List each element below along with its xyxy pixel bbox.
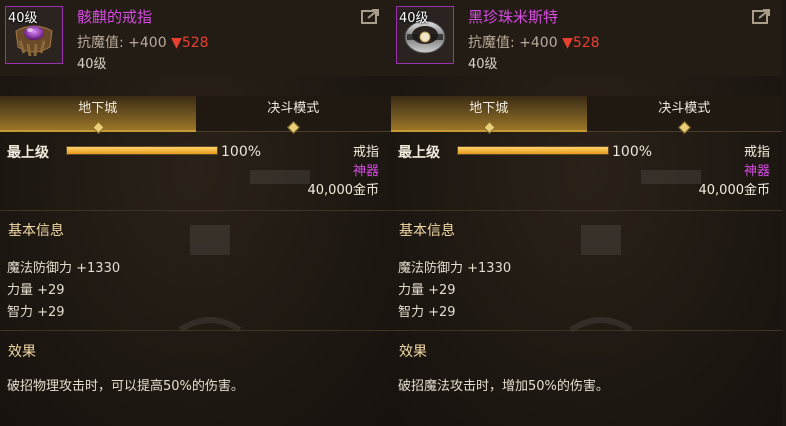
tab-duel-label: 决斗模式 xyxy=(658,101,711,116)
resist-label: 抗魔值: xyxy=(77,35,124,51)
item-level-badge: 40级 xyxy=(399,11,429,26)
item-type: 戒指 xyxy=(352,145,379,160)
tab-diamond-icon xyxy=(91,121,105,134)
resist-stat: 抗魔值: +400 ▼528 xyxy=(468,32,600,52)
tab-dungeon-label: 地下城 xyxy=(78,101,118,116)
item-panel-right: 40级 黑珍珠米斯特 抗魔值: +400 ▼528 40级 地下城 决斗模式 最… xyxy=(391,0,782,426)
resist-label: 抗魔值: xyxy=(468,35,515,51)
tab-dungeon[interactable]: 地下城 xyxy=(391,96,587,134)
item-name: 黑珍珠米斯特 xyxy=(468,8,559,26)
tab-diamond-icon xyxy=(678,121,692,134)
share-icon[interactable] xyxy=(361,8,381,24)
upgrade-label: 最上级 xyxy=(7,145,49,161)
item-rarity: 神器 xyxy=(352,164,379,179)
effect-title: 效果 xyxy=(8,344,36,360)
item-panel-left: 40级 骸麒的戒指 抗魔值: +400 ▼528 40级 地下城 决斗模式 最上… xyxy=(0,0,391,426)
effect-text: 破招物理攻击时，可以提高50%的伤害。 xyxy=(7,379,244,394)
attr-intelligence: 智力 +29 xyxy=(398,305,456,320)
resist-plus: +400 xyxy=(128,35,167,51)
item-price: 40,000金币 xyxy=(307,183,380,198)
item-level-text: 40级 xyxy=(468,57,498,72)
upgrade-progress-bar xyxy=(66,146,218,155)
upgrade-percent: 100% xyxy=(612,144,653,160)
effect-title: 效果 xyxy=(399,344,427,360)
divider xyxy=(391,330,782,331)
tab-diamond-icon xyxy=(287,121,301,134)
attr-strength: 力量 +29 xyxy=(7,283,65,298)
tab-duel-label: 决斗模式 xyxy=(267,101,320,116)
item-thumbnail[interactable]: 40级 xyxy=(396,6,454,64)
share-icon[interactable] xyxy=(752,8,772,24)
item-price: 40,000金币 xyxy=(698,183,771,198)
upgrade-progress-fill xyxy=(67,147,217,154)
item-thumbnail[interactable]: 40级 xyxy=(5,6,63,64)
attr-magic-def: 魔法防御力 +1330 xyxy=(7,261,121,276)
basic-info-title: 基本信息 xyxy=(8,223,64,239)
effect-text: 破招魔法攻击时，增加50%的伤害。 xyxy=(398,379,609,394)
item-header: 40级 黑珍珠米斯特 抗魔值: +400 ▼528 40级 xyxy=(391,0,782,76)
item-type: 戒指 xyxy=(743,145,770,160)
tab-dungeon[interactable]: 地下城 xyxy=(0,96,196,134)
divider xyxy=(0,210,391,211)
item-level-text: 40级 xyxy=(77,57,107,72)
item-name: 骸麒的戒指 xyxy=(77,8,153,26)
mode-tabs: 地下城 决斗模式 xyxy=(0,96,391,134)
tab-dungeon-label: 地下城 xyxy=(469,101,509,116)
divider xyxy=(0,330,391,331)
attr-magic-def: 魔法防御力 +1330 xyxy=(398,261,512,276)
compare-view: 40级 骸麒的戒指 抗魔值: +400 ▼528 40级 地下城 决斗模式 最上… xyxy=(0,0,786,426)
upgrade-progress-bar xyxy=(457,146,609,155)
item-header: 40级 骸麒的戒指 抗魔值: +400 ▼528 40级 xyxy=(0,0,391,76)
upgrade-progress-fill xyxy=(458,147,608,154)
resist-down: ▼528 xyxy=(562,35,600,51)
attr-strength: 力量 +29 xyxy=(398,283,456,298)
attr-intelligence: 智力 +29 xyxy=(7,305,65,320)
tab-diamond-icon xyxy=(482,121,496,134)
resist-stat: 抗魔值: +400 ▼528 xyxy=(77,32,209,52)
tab-duel[interactable]: 决斗模式 xyxy=(586,96,782,134)
basic-info-title: 基本信息 xyxy=(399,223,455,239)
resist-plus: +400 xyxy=(519,35,558,51)
tab-duel[interactable]: 决斗模式 xyxy=(195,96,391,134)
item-rarity: 神器 xyxy=(743,164,770,179)
item-level-badge: 40级 xyxy=(8,11,38,26)
upgrade-percent: 100% xyxy=(221,144,262,160)
divider xyxy=(391,210,782,211)
resist-down: ▼528 xyxy=(171,35,209,51)
upgrade-label: 最上级 xyxy=(398,145,440,161)
mode-tabs: 地下城 决斗模式 xyxy=(391,96,782,134)
